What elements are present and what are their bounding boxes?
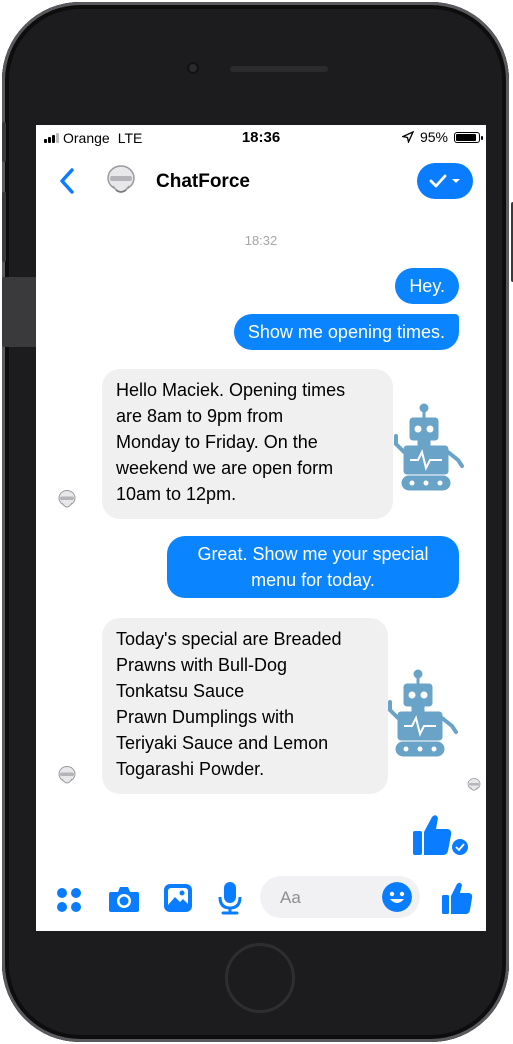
- earpiece-speaker: [230, 66, 328, 72]
- message-input-placeholder: Aa: [280, 888, 301, 907]
- incoming-message[interactable]: Today's special are Breaded Prawns with …: [102, 618, 388, 794]
- conversation-title[interactable]: ChatForce: [156, 171, 250, 193]
- chatbot-avatar[interactable]: [104, 164, 138, 198]
- message-line: Teriyaki Sauce and Lemon: [116, 733, 329, 753]
- message-line: Today's special are Breaded: [116, 629, 342, 649]
- status-bar: Orange LTE 18:36 95%: [36, 125, 486, 149]
- checkmark-icon: [429, 174, 447, 188]
- chatbot-avatar: [58, 490, 76, 508]
- chevron-left-icon[interactable]: [54, 163, 80, 199]
- message-line: Great. Show me your special: [197, 544, 429, 564]
- message-line: Monday to Friday. On the: [116, 432, 318, 452]
- read-receipt-avatar: [467, 778, 481, 791]
- message-line: Togarashi Powder.: [116, 759, 265, 779]
- location-arrow-icon: [401, 131, 414, 143]
- message-line: Prawn Dumplings with: [116, 707, 295, 727]
- volume-up-button: [2, 192, 6, 262]
- message-line: Tonkatsu Sauce: [116, 681, 245, 701]
- message-line: Prawns with Bull-Dog: [116, 655, 288, 675]
- confirm-dropdown-button[interactable]: [417, 163, 473, 199]
- message-line: weekend we are open form: [116, 458, 334, 478]
- robot-icon: [394, 403, 464, 491]
- thumbs-up-icon[interactable]: [412, 813, 452, 857]
- chatbot-avatar: [58, 766, 76, 784]
- outgoing-message[interactable]: Show me opening times.: [233, 314, 459, 350]
- camera-icon[interactable]: [108, 885, 140, 913]
- message-composer: Aa: [36, 873, 486, 925]
- outgoing-message[interactable]: Great. Show me your special menu for tod…: [167, 536, 459, 598]
- battery-percent: 95%: [419, 129, 448, 145]
- grid-dots-icon[interactable]: [56, 887, 82, 913]
- message-timestamp: 18:32: [244, 233, 278, 248]
- incoming-message[interactable]: Hello Maciek. Opening times are 8am to 9…: [102, 369, 393, 519]
- conversation-header: ChatForce: [36, 155, 486, 207]
- checkmark-icon: [455, 843, 465, 851]
- message-line: are 8am to 9pm from: [116, 406, 284, 426]
- caret-down-icon: [452, 179, 460, 183]
- message-line: Hello Maciek. Opening times: [116, 380, 346, 400]
- sent-status-badge: [450, 837, 470, 857]
- message-line: 10am to 12pm.: [116, 484, 237, 504]
- screen: Orange LTE 18:36 95% ChatForce 18:32 Hey…: [36, 125, 486, 931]
- phone-frame: Orange LTE 18:36 95% ChatForce 18:32 Hey…: [2, 2, 513, 1042]
- microphone-icon[interactable]: [218, 881, 242, 915]
- mute-switch: [2, 122, 6, 162]
- front-camera: [187, 62, 199, 74]
- outgoing-message[interactable]: Hey.: [395, 268, 459, 304]
- message-line: menu for today.: [251, 570, 375, 590]
- thumbs-up-icon[interactable]: [441, 881, 473, 915]
- message-input[interactable]: Aa: [260, 876, 420, 918]
- smiley-icon[interactable]: [382, 882, 412, 912]
- robot-icon: [388, 669, 458, 757]
- battery-icon: [454, 131, 483, 143]
- home-button[interactable]: [225, 943, 295, 1013]
- image-icon[interactable]: [163, 883, 193, 913]
